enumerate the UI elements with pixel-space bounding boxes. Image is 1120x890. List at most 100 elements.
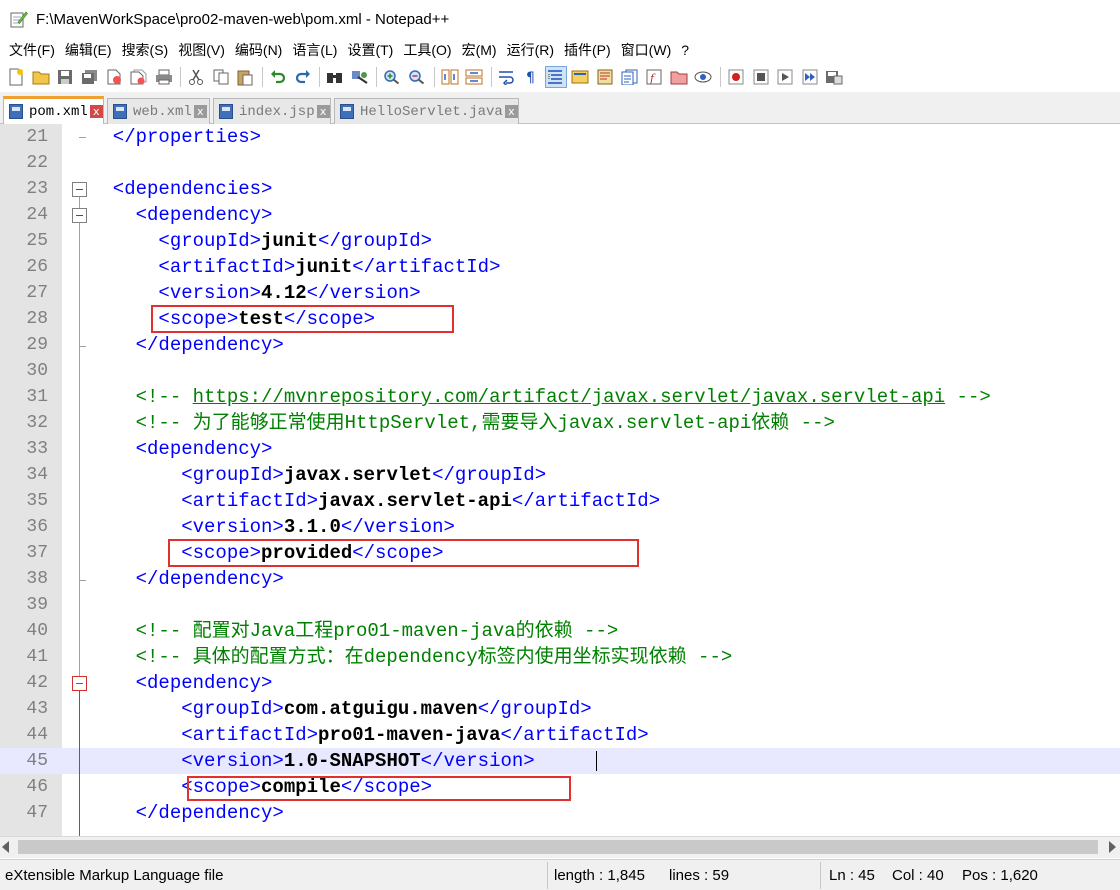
line-number: 47	[26, 803, 48, 823]
cut-icon[interactable]	[186, 67, 206, 87]
scrollbar-thumb[interactable]	[18, 840, 1098, 854]
stop-macro-icon[interactable]	[751, 67, 771, 87]
code-line[interactable]: 41 <!-- 具体的配置方式：在dependency标签内使用坐标实现依赖 -…	[0, 644, 1120, 670]
horizontal-scrollbar[interactable]	[0, 836, 1120, 858]
code-line[interactable]: 25 <groupId>junit</groupId>	[0, 228, 1120, 254]
code-editor[interactable]: 21 </properties> 22 23 <dependencies> 24 <d…	[0, 124, 1120, 836]
monitoring-icon[interactable]	[693, 67, 713, 87]
undo-icon[interactable]	[268, 67, 288, 87]
code-line[interactable]: 38 </dependency>	[0, 566, 1120, 592]
run-macro-multiple-icon[interactable]	[800, 67, 820, 87]
code-text: </dependency>	[90, 332, 284, 358]
close-tab-icon[interactable]: x	[193, 105, 207, 118]
line-number: 26	[26, 257, 48, 277]
play-macro-icon[interactable]	[775, 67, 795, 87]
xml-tag: </groupId>	[432, 464, 547, 486]
menu-search[interactable]: 搜索(S)	[119, 40, 176, 60]
tab-index-jsp[interactable]: index.jsp x	[213, 98, 331, 124]
save-icon[interactable]	[55, 67, 75, 87]
print-icon[interactable]	[154, 67, 174, 87]
menu-view[interactable]: 视图(V)	[175, 40, 232, 60]
menu-settings[interactable]: 设置(T)	[344, 40, 400, 60]
code-line[interactable]: 21 </properties>	[0, 124, 1120, 150]
new-file-icon[interactable]	[6, 67, 26, 87]
menu-macro[interactable]: 宏(M)	[459, 40, 504, 60]
copy-icon[interactable]	[211, 67, 231, 87]
scroll-right-icon[interactable]	[1109, 841, 1116, 853]
code-line[interactable]: 23 <dependencies>	[0, 176, 1120, 202]
line-number: 38	[26, 569, 48, 589]
user-language-icon[interactable]	[570, 67, 590, 87]
zoom-out-icon[interactable]	[407, 67, 427, 87]
code-line[interactable]: 22	[0, 150, 1120, 176]
status-filetype: eXtensible Markup Language file	[5, 867, 224, 884]
doc-map-icon[interactable]	[595, 67, 615, 87]
fold-toggle-dependencies[interactable]	[72, 182, 87, 197]
replace-icon[interactable]	[350, 67, 370, 87]
code-line[interactable]: 39	[0, 592, 1120, 618]
code-line[interactable]: 43 <groupId>com.atguigu.maven</groupId>	[0, 696, 1120, 722]
find-icon[interactable]	[325, 67, 345, 87]
code-line[interactable]: 29 </dependency>	[0, 332, 1120, 358]
show-all-chars-icon[interactable]: ¶	[521, 67, 541, 87]
tab-pom-xml[interactable]: pom.xml x	[3, 96, 104, 124]
code-line[interactable]: 30	[0, 358, 1120, 384]
line-number: 23	[26, 179, 48, 199]
save-macro-icon[interactable]	[824, 67, 844, 87]
word-wrap-icon[interactable]	[497, 67, 517, 87]
paste-icon[interactable]	[235, 67, 255, 87]
code-line[interactable]: 34 <groupId>javax.servlet</groupId>	[0, 462, 1120, 488]
code-line[interactable]: 31 <!-- https://mvnrepository.com/artifa…	[0, 384, 1120, 410]
doc-list-icon[interactable]	[620, 67, 640, 87]
close-tab-icon[interactable]: x	[89, 105, 103, 118]
save-all-icon[interactable]	[80, 67, 100, 87]
record-macro-icon[interactable]	[726, 67, 746, 87]
code-line[interactable]: 24 <dependency>	[0, 202, 1120, 228]
code-line[interactable]: 44 <artifactId>pro01-maven-java</artifac…	[0, 722, 1120, 748]
close-all-icon[interactable]	[129, 67, 149, 87]
code-line[interactable]: 47 </dependency>	[0, 800, 1120, 826]
menu-window[interactable]: 窗口(W)	[618, 40, 679, 60]
tab-helloservlet-java[interactable]: HelloServlet.java x	[334, 98, 519, 124]
sync-horizontal-icon[interactable]	[464, 67, 484, 87]
xml-tag: <dependencies>	[90, 178, 273, 200]
code-line[interactable]: 32 <!-- 为了能够正常使用HttpServlet,需要导入javax.se…	[0, 410, 1120, 436]
code-line[interactable]: 35 <artifactId>javax.servlet-api</artifa…	[0, 488, 1120, 514]
code-line[interactable]: 26 <artifactId>junit</artifactId>	[0, 254, 1120, 280]
code-text: <!-- 配置对Java工程pro01-maven-java的依赖 -->	[90, 618, 619, 644]
menu-tools[interactable]: 工具(O)	[400, 40, 458, 60]
fold-toggle-dependency[interactable]	[72, 208, 87, 223]
code-line[interactable]: 45 <version>1.0-SNAPSHOT</version>	[0, 748, 1120, 774]
zoom-in-icon[interactable]	[382, 67, 402, 87]
code-line[interactable]: 42 <dependency>	[0, 670, 1120, 696]
close-icon[interactable]	[104, 67, 124, 87]
menu-plugins[interactable]: 插件(P)	[561, 40, 618, 60]
menu-run[interactable]: 运行(R)	[504, 40, 561, 60]
tab-label: index.jsp	[239, 103, 315, 120]
notepadpp-app-icon	[10, 10, 28, 28]
tab-label: HelloServlet.java	[360, 103, 503, 120]
code-line[interactable]: 27 <version>4.12</version>	[0, 280, 1120, 306]
indent-guide-icon[interactable]	[544, 66, 567, 88]
code-line[interactable]: 33 <dependency>	[0, 436, 1120, 462]
menu-language[interactable]: 语言(L)	[289, 40, 344, 60]
code-line[interactable]: 40 <!-- 配置对Java工程pro01-maven-java的依赖 -->	[0, 618, 1120, 644]
menu-encoding[interactable]: 编码(N)	[232, 40, 289, 60]
sync-vertical-icon[interactable]	[440, 67, 460, 87]
menu-file[interactable]: 文件(F)	[6, 40, 62, 60]
fold-toggle-dependency-active[interactable]	[72, 676, 87, 691]
function-list-icon[interactable]: f	[644, 67, 664, 87]
close-tab-icon[interactable]: x	[316, 105, 330, 118]
folder-workspace-icon[interactable]	[669, 67, 689, 87]
scroll-left-icon[interactable]	[2, 841, 9, 853]
open-file-icon[interactable]	[31, 67, 51, 87]
menu-help[interactable]: ?	[678, 42, 696, 58]
code-line[interactable]: 36 <version>3.1.0</version>	[0, 514, 1120, 540]
tab-bar: pom.xml x web.xml x index.jsp x HelloSer…	[0, 92, 1120, 124]
xml-tag: <dependency>	[90, 672, 273, 694]
menu-edit[interactable]: 编辑(E)	[62, 40, 119, 60]
line-number: 33	[26, 439, 48, 459]
close-tab-icon[interactable]: x	[504, 105, 518, 118]
tab-web-xml[interactable]: web.xml x	[107, 98, 210, 124]
redo-icon[interactable]	[293, 67, 313, 87]
